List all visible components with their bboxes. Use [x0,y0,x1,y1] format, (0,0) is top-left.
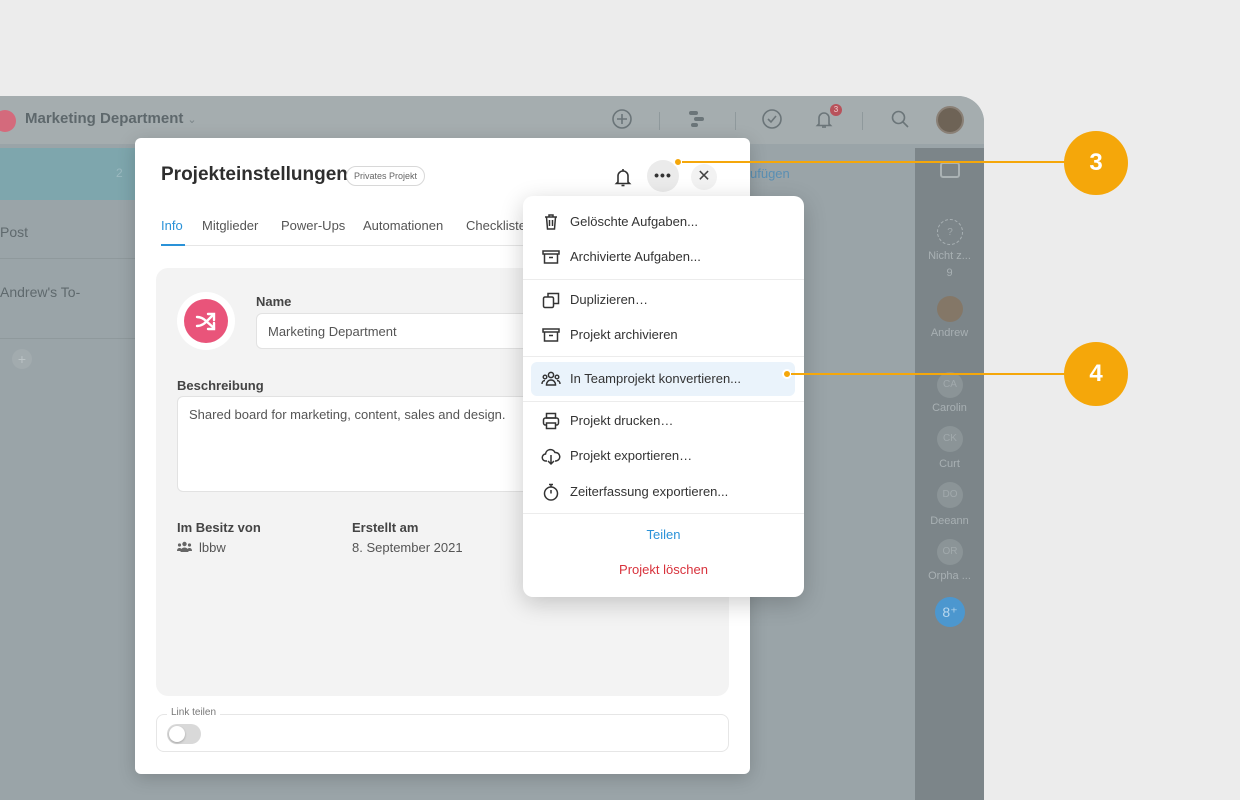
duplicate-icon [541,290,561,310]
description-field[interactable]: Shared board for marketing, content, sal… [177,396,537,492]
bell-icon[interactable] [611,165,635,189]
add-tasks-link[interactable]: ufügen [750,166,790,181]
user-avatar[interactable] [936,106,964,134]
menu-item-convert-to-team-project[interactable]: In Teamprojekt konvertieren... [531,362,795,396]
notification-badge: 3 [830,104,842,116]
menu-item-export-project[interactable]: Projekt exportieren… [531,439,795,473]
member-avatar-andrew[interactable] [937,296,963,322]
column-count: 2 [116,166,123,180]
delete-project-button[interactable]: Projekt löschen [523,562,804,577]
menu-item-duplicate[interactable]: Duplizieren… [531,283,795,317]
active-tab-indicator [161,244,185,246]
project-icon [184,299,228,343]
tab-automations[interactable]: Automationen [363,218,443,233]
private-project-badge: Privates Projekt [346,166,426,186]
menu-item-label: Projekt drucken… [570,413,674,428]
menu-item-label: Projekt archivieren [570,327,678,342]
unassigned-avatar[interactable]: ? [937,219,963,245]
menu-item-deleted-tasks[interactable]: Gelöschte Aufgaben... [531,205,795,239]
member-avatar-deeann[interactable]: DO [937,482,963,508]
member-label-deeann: Deeann [930,515,969,527]
project-name-input[interactable] [256,313,556,349]
tab-power-ups[interactable]: Power-Ups [281,218,345,233]
member-label-unassigned: Nicht z... [928,250,971,262]
members-sidebar [915,148,984,800]
menu-item-label: Projekt exportieren… [570,448,693,463]
project-icon-ring[interactable] [177,292,235,350]
panel-toggle-icon[interactable] [940,162,960,178]
menu-item-label: Archivierte Aufgaben... [570,249,701,264]
left-card-1[interactable]: Post [0,224,136,240]
app-topbar: Marketing Department ⌄ 3 [0,96,984,144]
description-label: Beschreibung [177,378,264,393]
member-label-curt: Curt [939,458,960,470]
callout-3-line [682,161,1070,163]
tab-info[interactable]: Info [161,218,183,233]
menu-item-label: Gelöschte Aufgaben... [570,214,698,229]
member-avatar-carolin[interactable]: CA [937,372,963,398]
trash-icon [541,212,561,232]
chevron-down-icon: ⌄ [187,114,197,126]
more-options-menu: Gelöschte Aufgaben... Archivierte Aufgab… [523,196,804,597]
stopwatch-icon [541,482,561,502]
workspace-logo-icon [0,110,16,132]
link-share-label: Link teilen [167,707,221,718]
timeline-icon[interactable] [685,108,709,132]
close-button[interactable]: ✕ [691,164,717,190]
archive-box-icon [541,247,561,267]
printer-icon [541,411,561,431]
archive-box-icon [541,325,561,345]
add-card-icon[interactable]: + [12,349,32,369]
member-label-orpha: Orpha ... [928,570,971,582]
callout-4-badge: 4 [1064,342,1128,406]
created-value: 8. September 2021 [352,540,463,555]
link-share-section: Link teilen [156,707,729,752]
menu-item-export-time-tracking[interactable]: Zeiterfassung exportieren... [531,475,795,509]
add-circle-icon[interactable] [610,108,634,132]
menu-item-label: Duplizieren… [570,292,649,307]
share-button[interactable]: Teilen [523,527,804,542]
team-icon [177,541,193,555]
member-avatar-orpha[interactable]: OR [937,539,963,565]
created-label: Erstellt am [352,520,419,535]
member-count-unassigned: 9 [946,267,953,279]
toggle-knob [169,726,185,742]
add-member-icon[interactable]: 8⁺ [935,597,965,627]
search-icon[interactable] [888,108,912,132]
owner-value: lbbw [177,540,226,555]
menu-item-archived-tasks[interactable]: Archivierte Aufgaben... [531,240,795,274]
menu-item-label: Zeiterfassung exportieren... [570,484,729,499]
cloud-download-icon [541,446,561,466]
member-label-andrew: Andrew [930,327,969,339]
member-avatar-curt[interactable]: CK [937,426,963,452]
workspace-title[interactable]: Marketing Department ⌄ [25,110,197,127]
menu-item-archive-project[interactable]: Projekt archivieren [531,318,795,352]
member-label-carolin: Carolin [932,402,967,414]
owner-label: Im Besitz von [177,520,261,535]
check-circle-icon[interactable] [760,108,784,132]
team-icon [541,369,561,389]
menu-item-label: In Teamprojekt konvertieren... [570,371,742,386]
tab-members[interactable]: Mitglieder [202,218,258,233]
callout-3-badge: 3 [1064,131,1128,195]
tab-checklists[interactable]: Checkliste [466,218,526,233]
callout-4-line [791,373,1070,375]
menu-item-print-project[interactable]: Projekt drucken… [531,404,795,438]
left-card-2[interactable]: Andrew's To- [0,284,136,300]
dialog-title: Projekteinstellungen [161,164,348,185]
link-share-toggle[interactable] [167,724,201,744]
name-label: Name [256,294,292,309]
